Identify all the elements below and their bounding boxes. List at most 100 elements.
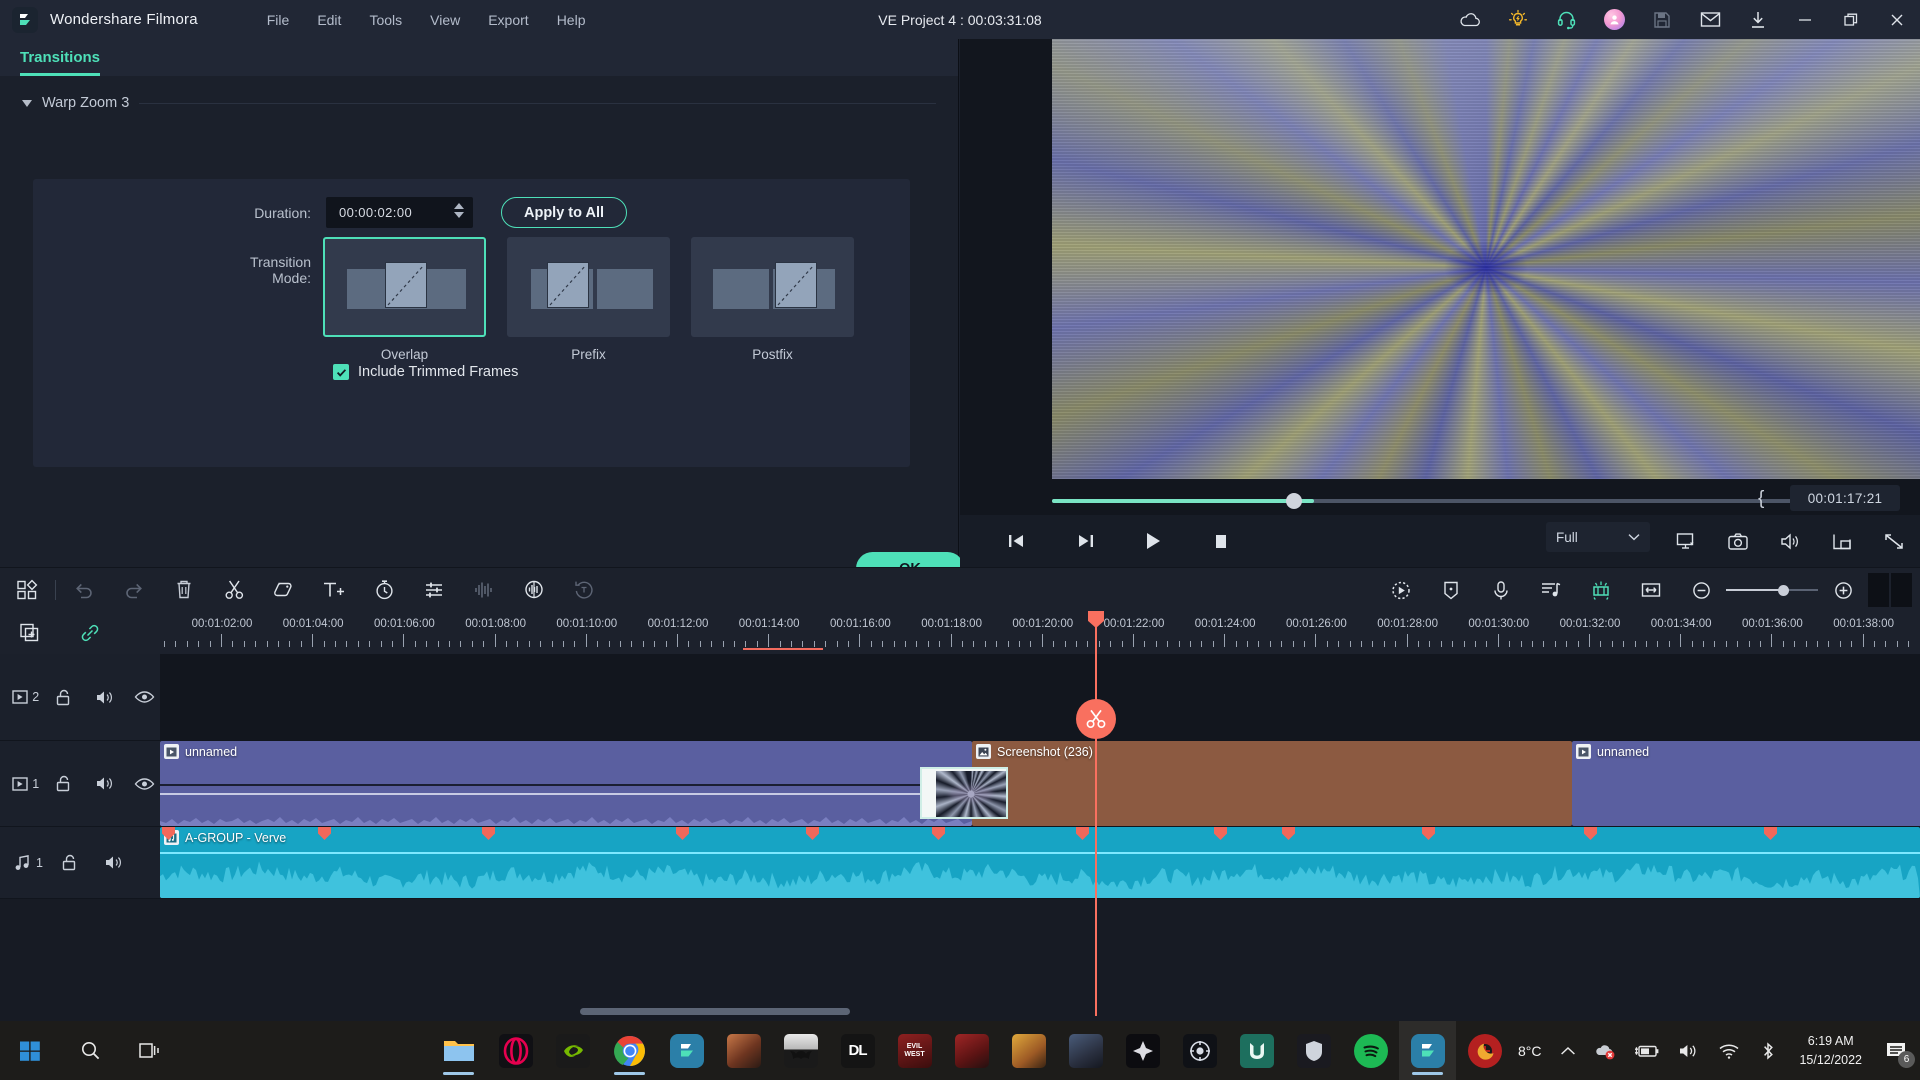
taskbar-app-evil-west[interactable]: EVIL WEST — [886, 1021, 943, 1080]
include-trimmed-row[interactable]: Include Trimmed Frames — [333, 364, 518, 380]
taskbar-clock[interactable]: 6:19 AM 15/12/2022 — [1787, 1021, 1874, 1080]
audio-detach-icon[interactable] — [509, 568, 559, 612]
speed-icon[interactable] — [359, 568, 409, 612]
menu-view[interactable]: View — [416, 8, 474, 32]
marker-icon[interactable] — [1426, 568, 1476, 612]
avatar[interactable] — [1590, 0, 1638, 39]
chevron-down-icon[interactable] — [22, 99, 32, 107]
split-view-icon[interactable] — [1868, 573, 1912, 607]
speaker-icon[interactable] — [97, 827, 131, 898]
weather-temperature[interactable]: 8°C — [1508, 1043, 1552, 1059]
unlock-icon[interactable] — [49, 654, 79, 740]
video-track-1-lane[interactable]: unnamed Screenshot (236) unnamed — [160, 741, 1920, 827]
auto-reframe-icon[interactable] — [559, 568, 609, 612]
mode-option-postfix[interactable]: Postfix — [691, 237, 854, 362]
zoom-slider[interactable] — [1726, 568, 1818, 612]
audio-beat-icon[interactable] — [1526, 568, 1576, 612]
restore-icon[interactable] — [1828, 0, 1874, 39]
menu-help[interactable]: Help — [543, 8, 600, 32]
current-timecode[interactable]: 00:01:17:21 — [1790, 485, 1900, 511]
split-scissors-icon[interactable] — [1076, 699, 1116, 739]
fit-timeline-icon[interactable] — [1626, 568, 1676, 612]
onedrive-error-icon[interactable] — [1585, 1021, 1625, 1080]
record-voiceover-icon[interactable] — [1476, 568, 1526, 612]
headset-icon[interactable] — [1542, 0, 1590, 39]
notification-center-button[interactable]: 6 — [1874, 1021, 1920, 1080]
mode-thumb-postfix[interactable] — [691, 237, 854, 337]
render-preview-icon[interactable] — [1376, 568, 1426, 612]
crop-icon[interactable] — [259, 568, 309, 612]
menu-edit[interactable]: Edit — [303, 8, 355, 32]
audio-track-1-lane[interactable]: A-GROUP - Verve — [160, 827, 1920, 899]
taskbar-app-game-1[interactable] — [715, 1021, 772, 1080]
eye-icon[interactable] — [130, 741, 160, 826]
taskbar-app-google-chrome[interactable] — [601, 1021, 658, 1080]
speaker-icon[interactable] — [89, 654, 119, 740]
video-preview[interactable] — [1052, 39, 1920, 479]
mode-option-prefix[interactable]: Prefix — [507, 237, 670, 362]
download-icon[interactable] — [1734, 0, 1782, 39]
play-button[interactable] — [1128, 515, 1178, 567]
mail-icon[interactable] — [1686, 0, 1734, 39]
tab-transitions[interactable]: Transitions — [20, 49, 101, 76]
include-trimmed-checkbox[interactable] — [333, 364, 349, 380]
taskbar-app-batman[interactable] — [772, 1021, 829, 1080]
snapshot-icon[interactable] — [1712, 515, 1764, 567]
table-row[interactable]: unnamed — [160, 741, 972, 826]
transition-section-header[interactable]: Warp Zoom 3 — [22, 95, 958, 111]
bluetooth-icon[interactable] — [1749, 1021, 1787, 1080]
taskbar-app-destiny[interactable] — [1114, 1021, 1171, 1080]
preview-quality-select[interactable]: Full — [1546, 522, 1650, 552]
zoom-in-icon[interactable] — [1818, 568, 1868, 612]
link-icon[interactable] — [60, 611, 120, 654]
split-scissors-icon[interactable] — [209, 568, 259, 612]
stepper-down-icon[interactable] — [454, 212, 464, 218]
playhead[interactable] — [1076, 611, 1116, 1016]
menu-tools[interactable]: Tools — [355, 8, 416, 32]
moon-icon[interactable] — [1467, 1021, 1508, 1080]
zoom-slider-handle[interactable] — [1778, 584, 1789, 596]
undo-icon[interactable] — [59, 568, 109, 612]
mode-option-overlap[interactable]: Overlap — [323, 237, 486, 362]
mode-thumb-prefix[interactable] — [507, 237, 670, 337]
taskbar-app-dying-light[interactable]: DL — [829, 1021, 886, 1080]
taskbar-app-game-art[interactable] — [1000, 1021, 1057, 1080]
minimize-icon[interactable] — [1782, 0, 1828, 39]
duration-stepper[interactable] — [454, 203, 464, 218]
taskbar-app-filmora-running[interactable] — [1399, 1021, 1456, 1080]
media-grid-icon[interactable] — [2, 568, 52, 612]
video-track-2-lane[interactable] — [160, 654, 1920, 741]
save-icon[interactable] — [1638, 0, 1686, 39]
mode-thumb-overlap[interactable] — [323, 237, 486, 337]
zoom-out-icon[interactable] — [1676, 568, 1726, 612]
menu-file[interactable]: File — [253, 8, 304, 32]
wifi-icon[interactable] — [1709, 1021, 1749, 1080]
fullscreen-icon[interactable] — [1868, 515, 1920, 567]
volume-icon[interactable] — [1764, 515, 1816, 567]
scrubber-handle[interactable] — [1286, 493, 1302, 509]
delete-icon[interactable] — [159, 568, 209, 612]
taskbar-app-spotify[interactable] — [1342, 1021, 1399, 1080]
speaker-icon[interactable] — [89, 741, 119, 826]
volume-icon[interactable] — [1669, 1021, 1709, 1080]
timeline-ruler[interactable]: 00:01:02:00 00:01:04:00 00:01:06:00 00:01:0… — [160, 611, 1920, 654]
taskbar-app-game-dark[interactable] — [1057, 1021, 1114, 1080]
search-icon[interactable] — [60, 1021, 120, 1080]
unlock-icon[interactable] — [53, 827, 87, 898]
color-adjust-icon[interactable] — [409, 568, 459, 612]
next-frame-button[interactable] — [1060, 515, 1110, 567]
table-row[interactable]: unnamed — [1572, 741, 1920, 826]
table-row[interactable]: A-GROUP - Verve — [160, 827, 1920, 898]
battery-charging-icon[interactable] — [1625, 1021, 1669, 1080]
chevron-up-icon[interactable] — [1551, 1021, 1585, 1080]
lightbulb-icon[interactable] — [1494, 0, 1542, 39]
close-icon[interactable] — [1874, 0, 1920, 39]
menu-export[interactable]: Export — [474, 8, 542, 32]
unlock-icon[interactable] — [49, 741, 79, 826]
taskbar-app-valorant[interactable] — [1228, 1021, 1285, 1080]
prev-frame-button[interactable] — [992, 515, 1042, 567]
taskbar-app-nvidia[interactable] — [544, 1021, 601, 1080]
cloud-icon[interactable] — [1446, 0, 1494, 39]
pop-out-icon[interactable] — [1816, 515, 1868, 567]
stepper-up-icon[interactable] — [454, 203, 464, 209]
